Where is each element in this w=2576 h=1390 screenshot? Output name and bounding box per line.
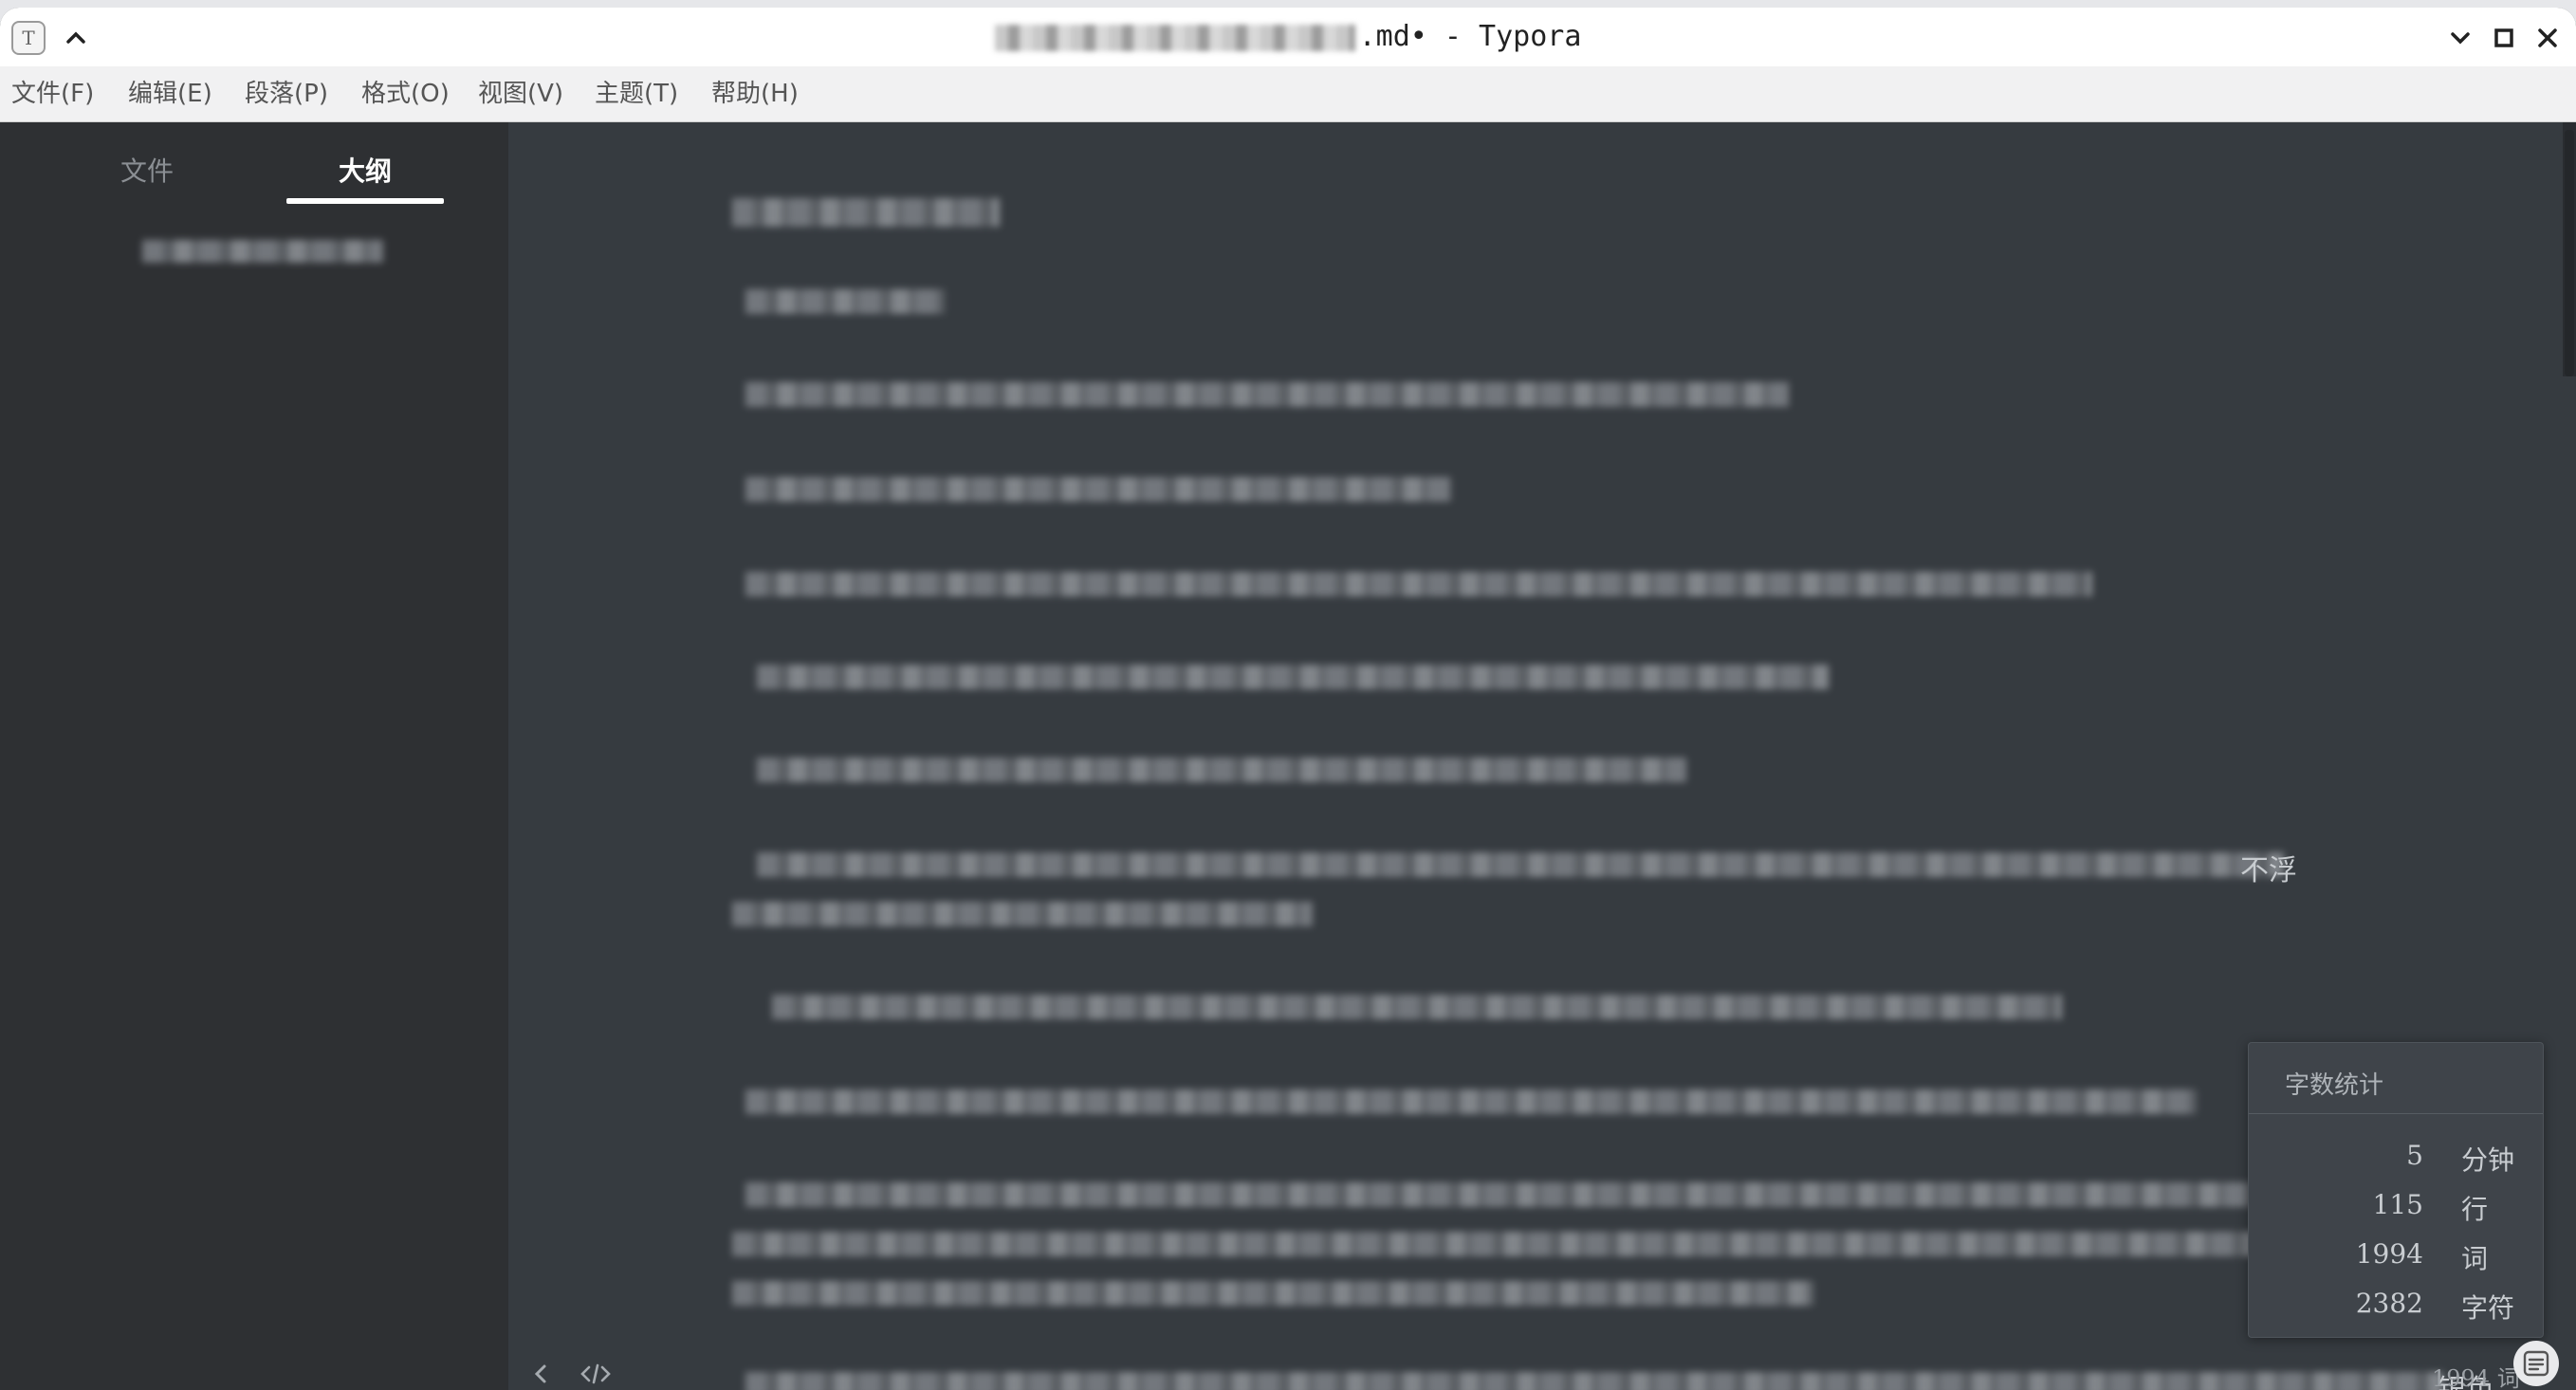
word-count-value: 5 <box>2406 1140 2423 1171</box>
chevron-left-icon[interactable] <box>522 1355 560 1390</box>
paragraph-line <box>732 1281 1813 1306</box>
tab-outline[interactable]: 大纲 <box>285 151 446 189</box>
sidebar: 文件 大纲 <box>0 122 508 1390</box>
paragraph-line <box>732 1232 2472 1256</box>
menu-theme[interactable]: 主题(T) <box>595 66 678 121</box>
paragraph-line <box>745 572 2092 596</box>
word-count-row-lines: 115 行 <box>2249 1189 2545 1227</box>
blurred-filename <box>994 24 1355 51</box>
heading-line <box>732 198 1000 227</box>
menu-edit[interactable]: 编辑(E) <box>128 66 212 121</box>
typora-window: T .md• - Typora 文件(F) 编辑(E) 段落(P) 格式(O) … <box>0 8 2576 1390</box>
outline-item[interactable] <box>142 240 383 263</box>
active-tab-indicator <box>286 198 444 204</box>
statusbar-word-count[interactable]: 1994 词 <box>2432 1360 2520 1390</box>
word-count-value: 115 <box>2372 1189 2423 1220</box>
paragraph-line <box>745 1182 2472 1207</box>
word-count-icon[interactable] <box>2513 1341 2559 1386</box>
word-count-title: 字数统计 <box>2285 1071 2384 1100</box>
window-title: .md• - Typora <box>0 8 2576 66</box>
paragraph-line <box>772 995 2062 1019</box>
paragraph-line <box>757 665 1829 689</box>
maximize-icon[interactable] <box>2487 21 2521 55</box>
menu-help[interactable]: 帮助(H) <box>711 66 799 121</box>
code-icon[interactable] <box>577 1355 615 1390</box>
word-count-row-words: 1994 词 <box>2249 1238 2545 1276</box>
word-count-value: 1994 <box>2355 1238 2423 1270</box>
paragraph-line <box>745 382 1789 407</box>
paragraph-line <box>745 477 1451 502</box>
tab-files[interactable]: 文件 <box>66 151 228 189</box>
menu-format[interactable]: 格式(O) <box>361 66 450 121</box>
window-title-suffix: .md• - Typora <box>1358 20 1582 53</box>
divider <box>2249 1113 2543 1114</box>
word-count-popup: 字数统计 5 分钟 115 行 1994 词 2382 字符 <box>2248 1042 2544 1338</box>
paragraph-line <box>757 758 1686 782</box>
title-bar: T .md• - Typora <box>0 8 2576 67</box>
paragraph-line <box>732 902 1313 926</box>
scrollbar-thumb[interactable] <box>2565 130 2574 376</box>
paragraph-line <box>745 1089 2197 1114</box>
word-count-row-characters: 2382 字符 <box>2249 1288 2545 1326</box>
visible-text-fragment: 不浮 <box>2240 854 2297 887</box>
close-icon[interactable] <box>2530 21 2565 55</box>
word-count-unit: 字符 <box>2461 1292 2515 1324</box>
word-count-value: 2382 <box>2355 1288 2423 1319</box>
menu-bar: 文件(F) 编辑(E) 段落(P) 格式(O) 视图(V) 主题(T) 帮助(H… <box>0 66 2576 122</box>
scrollbar[interactable] <box>2563 122 2576 376</box>
menu-file[interactable]: 文件(F) <box>11 66 94 121</box>
word-count-unit: 行 <box>2461 1194 2489 1225</box>
paragraph-line <box>745 1372 2443 1390</box>
paragraph-line <box>745 289 945 314</box>
paragraph-line <box>757 852 2284 877</box>
word-count-row-minutes: 5 分钟 <box>2249 1140 2545 1178</box>
word-count-unit: 分钟 <box>2461 1144 2515 1176</box>
chevron-down-icon[interactable] <box>2443 21 2477 55</box>
menu-view[interactable]: 视图(V) <box>478 66 563 121</box>
menu-paragraph[interactable]: 段落(P) <box>245 66 328 121</box>
word-count-unit: 词 <box>2461 1243 2489 1274</box>
